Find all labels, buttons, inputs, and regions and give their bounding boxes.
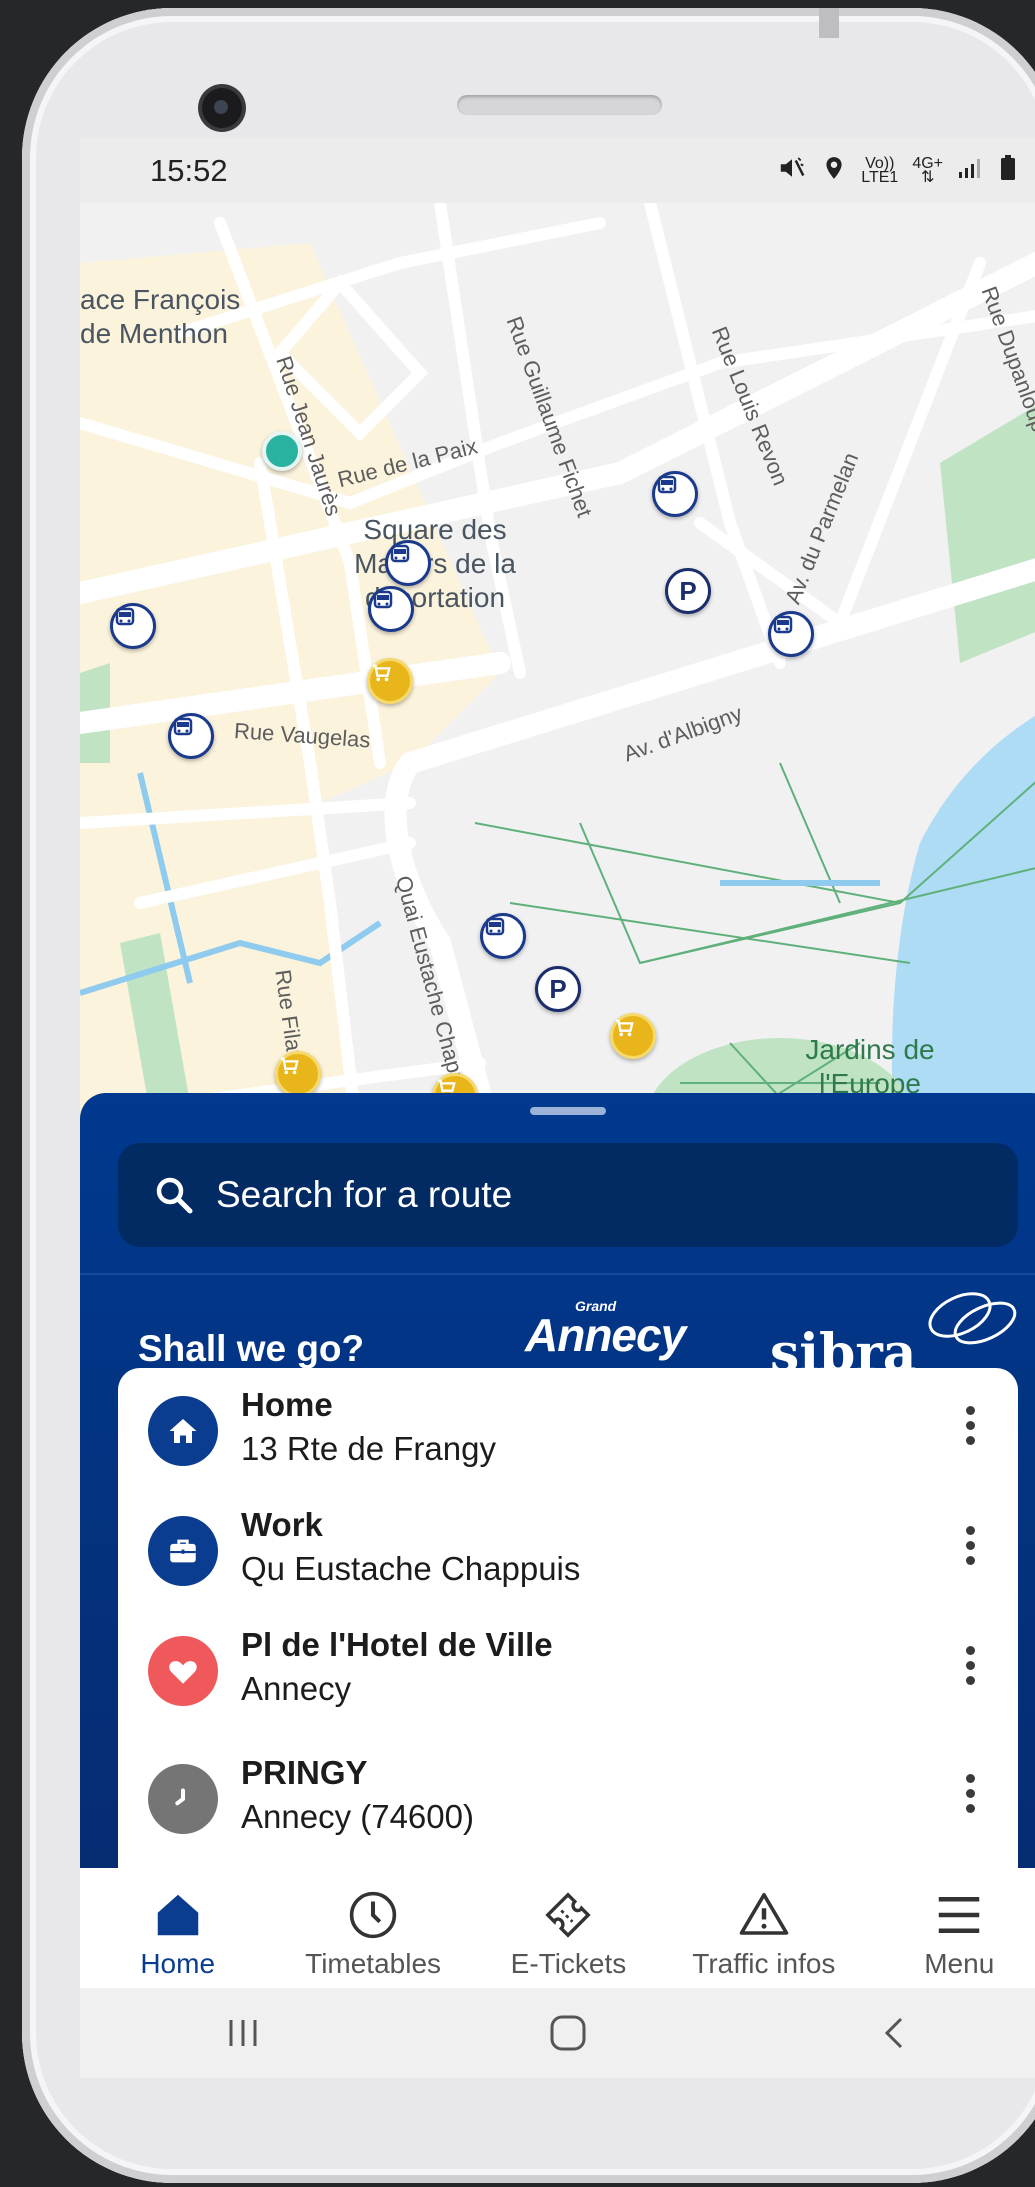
- bottom-tab-bar: Home Timetables E-Tickets Traffic infos: [80, 1868, 1035, 1988]
- bus-stop-marker[interactable]: [652, 471, 698, 517]
- sheet-drag-handle[interactable]: [530, 1107, 606, 1115]
- grand-annecy-logo: Grand Annecy: [525, 1298, 735, 1378]
- tab-menu[interactable]: Menu: [862, 1868, 1035, 1980]
- parking-marker[interactable]: P: [665, 568, 711, 614]
- shopping-cart-marker[interactable]: [610, 1013, 656, 1059]
- side-button: [819, 8, 839, 38]
- sheet-divider: [80, 1273, 1035, 1275]
- shopping-cart-marker[interactable]: [275, 1051, 321, 1097]
- lte-label: LTE1: [861, 168, 899, 186]
- search-placeholder: Search for a route: [216, 1174, 513, 1215]
- tab-traffic-infos[interactable]: Traffic infos: [666, 1868, 861, 1980]
- favorite-row-pringy[interactable]: PRINGY Annecy (74600): [118, 1736, 1018, 1846]
- heart-icon: [148, 1636, 218, 1706]
- more-options-icon[interactable]: [966, 1646, 976, 1686]
- tab-label: Timetables: [305, 1948, 442, 1979]
- tab-home[interactable]: Home: [80, 1868, 275, 1980]
- logo-annecy-text: Annecy: [525, 1309, 686, 1361]
- ticket-icon: [541, 1888, 595, 1942]
- tab-label: Traffic infos: [692, 1948, 836, 1979]
- bus-stop-marker[interactable]: [368, 586, 414, 632]
- map-label-square: Square des Martyrs de la déportation: [354, 514, 516, 613]
- favorite-row-work[interactable]: Work Qu Eustache Chappuis: [118, 1488, 1018, 1598]
- favorites-card: Home 13 Rte de Frangy Work Qu Eustache C…: [118, 1368, 1018, 1888]
- tab-e-tickets[interactable]: E-Tickets: [471, 1868, 666, 1980]
- parking-marker[interactable]: P: [535, 966, 581, 1012]
- tab-label: Menu: [924, 1948, 995, 1979]
- bottom-sheet[interactable]: Search for a route Shall we go? Grand An…: [80, 1093, 1035, 1888]
- back-icon[interactable]: [864, 2003, 924, 2063]
- status-time: 15:52: [150, 152, 228, 188]
- status-icons: Vo)) LTE1 4G+ ⇅: [777, 153, 1017, 189]
- data-indicator: 4G+ ⇅: [912, 154, 943, 186]
- favorite-title: Work: [241, 1506, 323, 1543]
- tab-label: Home: [140, 1948, 216, 1979]
- bus-stop-marker[interactable]: [480, 913, 526, 959]
- clock-icon: [346, 1888, 400, 1942]
- more-options-icon[interactable]: [966, 1526, 976, 1566]
- recent-apps-icon[interactable]: [213, 2003, 273, 2063]
- warning-icon: [737, 1888, 791, 1942]
- map-label-jardins: Jardins de l'Europe: [805, 1034, 935, 1099]
- phone-frame: ace François de Menthon Square des Marty…: [22, 8, 1035, 2183]
- favorite-subtitle: Annecy (74600): [241, 1798, 474, 1835]
- favorite-subtitle: Qu Eustache Chappuis: [241, 1550, 581, 1587]
- route-search-bar[interactable]: Search for a route: [118, 1143, 1018, 1247]
- favorite-title: Home: [241, 1386, 333, 1423]
- more-options-icon[interactable]: [966, 1406, 976, 1446]
- poi-marker[interactable]: [262, 431, 302, 471]
- favorite-row-hotel-de-ville[interactable]: Pl de l'Hotel de Ville Annecy: [118, 1608, 1018, 1718]
- data-type-label: 4G+: [912, 154, 943, 172]
- volte-indicator: Vo)) LTE1: [861, 155, 899, 186]
- favorite-subtitle: Annecy: [241, 1670, 352, 1707]
- location-icon: [821, 153, 847, 189]
- earpiece-speaker: [457, 95, 662, 115]
- status-bar: 15:52 Vo)) LTE1 4G+ ⇅: [80, 138, 1035, 203]
- greeting-text: Shall we go?: [138, 1328, 365, 1369]
- home-icon: [148, 1396, 218, 1466]
- front-camera: [202, 88, 242, 128]
- bus-stop-marker[interactable]: [768, 611, 814, 657]
- shopping-cart-marker[interactable]: [367, 658, 413, 704]
- home-button-icon[interactable]: [538, 2003, 598, 2063]
- favorite-row-home[interactable]: Home 13 Rte de Frangy: [118, 1368, 1018, 1478]
- bus-stop-marker[interactable]: [168, 713, 214, 759]
- system-nav-bar: [80, 1988, 1035, 2078]
- favorite-subtitle: 13 Rte de Frangy: [241, 1430, 496, 1467]
- more-options-icon[interactable]: [966, 1774, 976, 1814]
- favorite-title: PRINGY: [241, 1754, 368, 1791]
- hamburger-icon: [932, 1888, 986, 1942]
- bus-stop-marker[interactable]: [110, 603, 156, 649]
- map-view[interactable]: ace François de Menthon Square des Marty…: [80, 203, 1035, 1243]
- mute-icon: [777, 153, 807, 189]
- briefcase-icon: [148, 1516, 218, 1586]
- signal-icon: [957, 156, 985, 186]
- clock-icon: [148, 1764, 218, 1834]
- battery-icon: [999, 154, 1017, 188]
- bus-stop-marker[interactable]: [385, 540, 431, 586]
- tab-label: E-Tickets: [510, 1948, 627, 1979]
- favorite-title: Pl de l'Hotel de Ville: [241, 1626, 553, 1663]
- home-icon: [151, 1888, 205, 1942]
- screen: ace François de Menthon Square des Marty…: [80, 138, 1035, 2078]
- search-icon: [152, 1173, 196, 1217]
- map-label-place-francois: ace François de Menthon: [80, 284, 241, 349]
- tab-timetables[interactable]: Timetables: [276, 1868, 471, 1980]
